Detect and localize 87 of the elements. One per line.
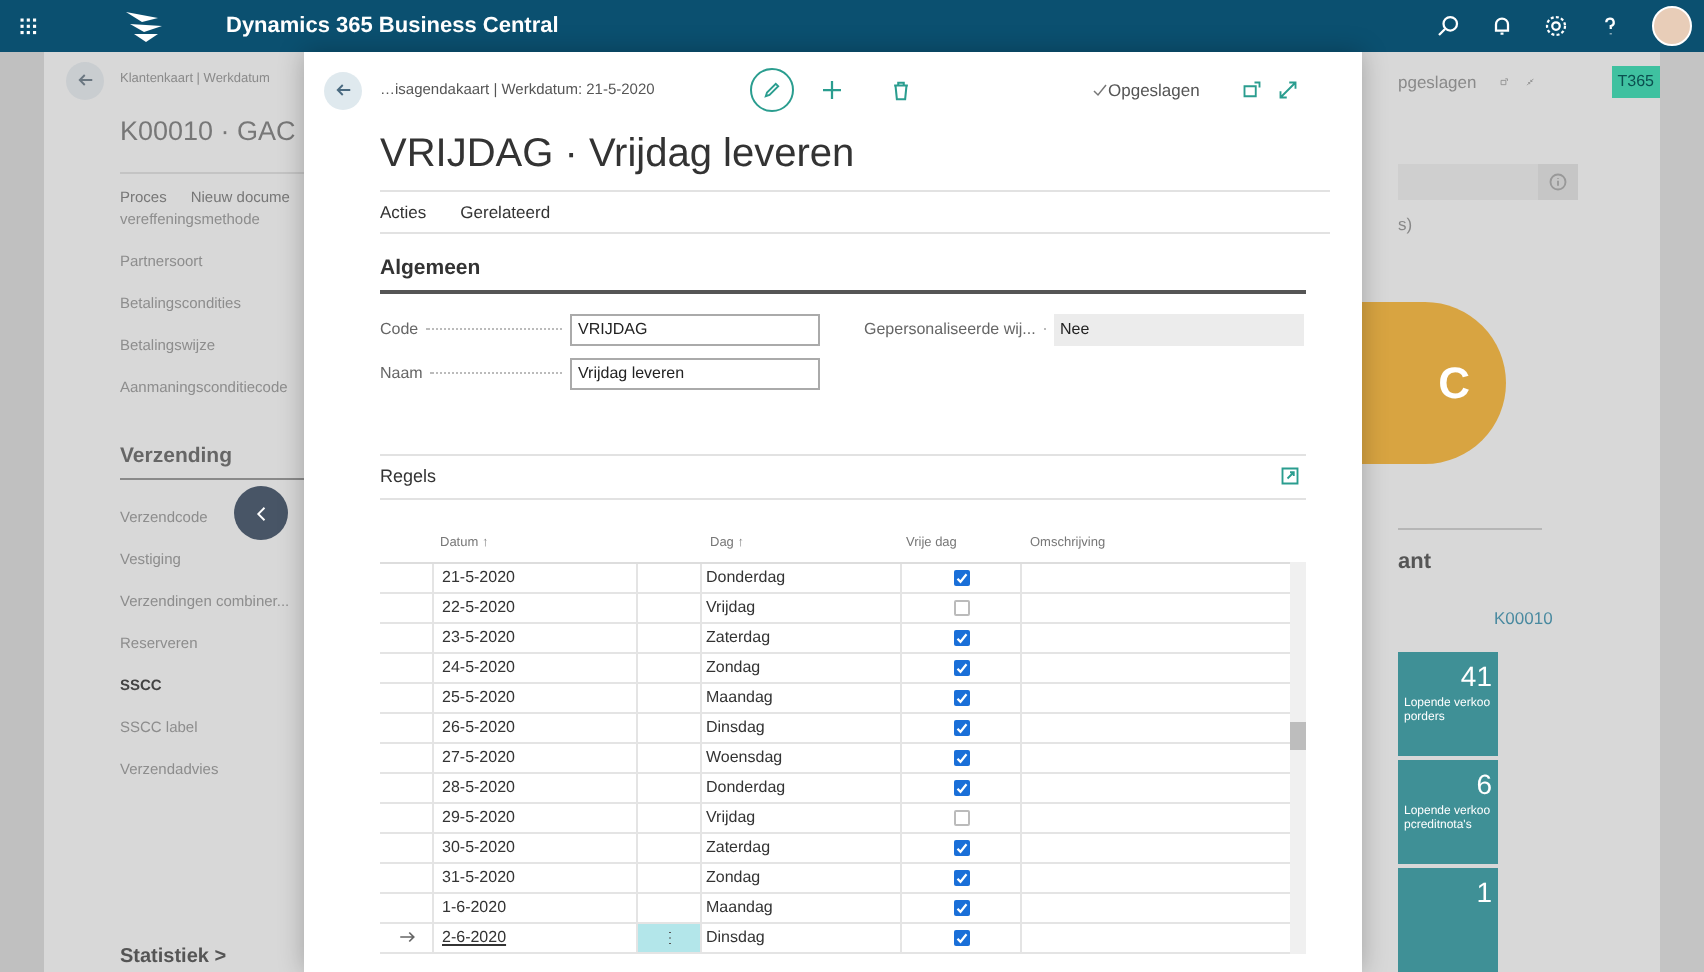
avatar-initial: C <box>1438 355 1470 412</box>
table-cell: Dinsdag <box>702 713 902 742</box>
plus-icon[interactable] <box>820 78 844 102</box>
field-value: Nee <box>1054 313 1304 346</box>
table-cell: Zaterdag <box>702 623 902 652</box>
info-icon <box>1548 171 1568 192</box>
table-cell: Maandag <box>702 683 902 712</box>
table-cell: Maandag <box>702 893 902 922</box>
checkbox[interactable] <box>953 569 969 586</box>
table-cell: Dinsdag <box>702 923 902 952</box>
table-cell[interactable]: 25-5-2020 <box>434 683 636 712</box>
dialog-title: VRIJDAG · Vrijdag leveren <box>380 130 857 180</box>
table-cell[interactable]: 23-5-2020 <box>434 623 636 652</box>
checkbox[interactable] <box>953 929 969 946</box>
checkbox[interactable] <box>953 869 969 886</box>
table-cell[interactable]: 21-5-2020 <box>434 563 636 592</box>
input-field[interactable] <box>1398 163 1578 200</box>
scrollbar[interactable] <box>1290 561 1306 954</box>
section-heading: Algemeen <box>380 254 1306 294</box>
table-cell[interactable]: 28-5-2020 <box>434 773 636 802</box>
input-field[interactable]: VRIJDAG <box>570 313 820 346</box>
table-cell[interactable]: 29-5-2020 <box>434 803 636 832</box>
row-indicator-icon <box>397 928 415 947</box>
action-tab[interactable]: Acties <box>380 199 427 225</box>
table-cell: Vrijdag <box>702 803 902 832</box>
checkbox[interactable] <box>953 899 969 916</box>
open-in-window-icon[interactable] <box>1241 80 1262 100</box>
app-launcher-icon[interactable] <box>18 16 38 36</box>
tile-value: 41 <box>1460 657 1492 696</box>
save-status: Opgeslagen <box>1108 77 1200 103</box>
checkbox[interactable] <box>953 659 969 676</box>
statistics-link[interactable]: Statistiek > <box>120 942 304 972</box>
table-cell[interactable]: 2-6-2020 <box>434 923 636 952</box>
logo-icon <box>122 8 166 44</box>
trash-icon[interactable] <box>890 79 912 101</box>
checkbox[interactable] <box>953 779 969 796</box>
expand-icon[interactable] <box>1280 466 1300 487</box>
field-label: Code <box>380 317 419 342</box>
expand-icon[interactable] <box>1277 80 1298 100</box>
tile-value: 1 <box>1476 873 1492 912</box>
field-label: Naam <box>380 361 423 386</box>
section-heading: Regels <box>380 463 437 490</box>
search-icon[interactable] <box>1436 14 1460 38</box>
table-cell[interactable]: 27-5-2020 <box>434 743 636 772</box>
pencil-icon <box>762 80 782 100</box>
input-field[interactable]: Vrijdag leveren <box>570 357 820 390</box>
back-button[interactable] <box>66 61 104 99</box>
checkbox[interactable] <box>953 689 969 706</box>
checkbox[interactable] <box>953 629 969 646</box>
table-cell[interactable]: 1-6-2020 <box>434 893 636 922</box>
section-heading: ant <box>1398 547 1433 578</box>
back-arrow-icon <box>333 80 353 100</box>
save-status: pgeslagen <box>1398 69 1477 95</box>
table-cell[interactable]: 22-5-2020 <box>434 593 636 622</box>
checkbox[interactable] <box>953 719 969 736</box>
table-cell: Donderdag <box>702 773 902 802</box>
chevron-left-icon <box>251 503 271 523</box>
table-cell: Zondag <box>702 863 902 892</box>
table-cell: Donderdag <box>702 563 902 592</box>
table-cell[interactable]: 30-5-2020 <box>434 833 636 862</box>
partial-text: s) <box>1398 211 1415 238</box>
settings-icon[interactable] <box>1544 14 1568 38</box>
table-cell[interactable]: 31-5-2020 <box>434 863 636 892</box>
table-cell[interactable]: 26-5-2020 <box>434 713 636 742</box>
checkbox[interactable] <box>953 749 969 766</box>
bell-icon[interactable] <box>1490 14 1514 38</box>
back-arrow-icon <box>75 70 95 90</box>
table-cell: Woensdag <box>702 743 902 772</box>
table-cell: Zaterdag <box>702 833 902 862</box>
check-icon <box>1092 82 1108 98</box>
avatar[interactable] <box>1652 6 1692 46</box>
table-cell[interactable]: 24-5-2020 <box>434 653 636 682</box>
checkbox[interactable] <box>953 839 969 856</box>
edit-button[interactable] <box>750 68 794 112</box>
action-tab[interactable]: Gerelateerd <box>460 199 551 225</box>
field-label: Gepersonaliseerde wij... <box>864 317 1036 342</box>
stat-tile[interactable]: 1 <box>1398 867 1498 972</box>
page-title: K00010 · GAC <box>120 114 298 150</box>
back-button[interactable] <box>324 71 362 109</box>
company-badge: T365 <box>1611 65 1660 98</box>
tile-value: 6 <box>1476 765 1492 804</box>
checkbox[interactable] <box>953 599 969 616</box>
customer-number: K00010 <box>1494 606 1555 632</box>
table-cell: Zondag <box>702 653 902 682</box>
checkbox[interactable] <box>953 809 969 826</box>
table-cell: Vrijdag <box>702 593 902 622</box>
app-title: Dynamics 365 Business Central <box>226 11 559 42</box>
